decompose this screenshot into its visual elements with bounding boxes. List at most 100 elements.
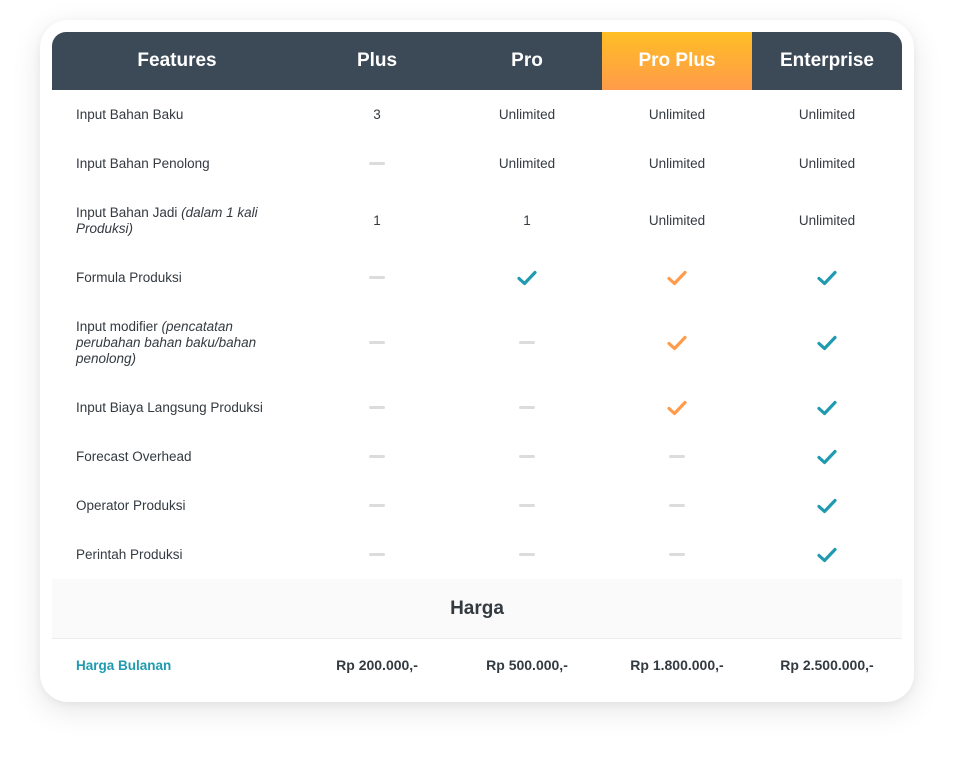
table-row: Perintah Produksi — [52, 530, 902, 579]
feature-label: Input Bahan Jadi (dalam 1 kali Produksi) — [52, 205, 302, 237]
cell-enterprise: Unlimited — [798, 107, 856, 122]
dash-icon — [669, 504, 685, 507]
header-features: Features — [137, 50, 217, 71]
cell-pro: Unlimited — [498, 156, 556, 171]
cell-pro-plus: Unlimited — [648, 107, 706, 122]
cell-pro-plus: Unlimited — [648, 213, 706, 228]
cell-enterprise — [752, 449, 902, 465]
pricing-table: Features Plus Pro Pro Plus Enterprise In… — [52, 32, 902, 691]
feature-name: Input Bahan Penolong — [76, 155, 210, 171]
check-icon — [517, 270, 537, 286]
dash-icon — [669, 553, 685, 556]
feature-name: Operator Produksi — [76, 497, 186, 513]
dash-icon — [369, 162, 385, 165]
cell-plus — [302, 455, 452, 458]
cell-pro-plus — [602, 400, 752, 416]
cell-plus — [302, 504, 452, 507]
header-plan-plus: Plus — [356, 50, 398, 71]
table-header: Features Plus Pro Pro Plus Enterprise — [52, 32, 902, 90]
cell-pro-plus — [602, 270, 752, 286]
harga-bulanan-link[interactable]: Harga Bulanan — [52, 658, 302, 673]
check-icon — [817, 449, 837, 465]
feature-label: Forecast Overhead — [52, 449, 302, 465]
cell-pro — [452, 504, 602, 507]
cell-pro — [452, 341, 602, 344]
feature-label: Input modifier (pencatatan perubahan bah… — [52, 319, 302, 367]
table-row: Input Bahan Penolong Unlimited Unlimited Un… — [52, 139, 902, 188]
table-row: Forecast Overhead — [52, 432, 902, 481]
cell-enterprise — [752, 400, 902, 416]
cell-enterprise — [752, 498, 902, 514]
feature-name: Perintah Produksi — [76, 546, 183, 562]
feature-name: Input Biaya Langsung Produksi — [76, 399, 263, 415]
feature-name: Input modifier — [76, 318, 162, 334]
header-plan-pro: Pro — [511, 50, 543, 71]
check-icon — [817, 270, 837, 286]
feature-name: Formula Produksi — [76, 269, 182, 285]
table-row: Formula Produksi — [52, 253, 902, 302]
cell-plus — [302, 341, 452, 344]
cell-enterprise — [752, 270, 902, 286]
check-icon — [667, 400, 687, 416]
table-row: Input Bahan Jadi (dalam 1 kali Produksi)… — [52, 188, 902, 253]
feature-label: Formula Produksi — [52, 270, 302, 286]
check-icon — [667, 335, 687, 351]
feature-rows: Input Bahan Baku 3 Unlimited Unlimited Unlim… — [52, 90, 902, 579]
table-row: Operator Produksi — [52, 481, 902, 530]
feature-label: Operator Produksi — [52, 498, 302, 514]
table-row: Input Biaya Langsung Produksi — [52, 383, 902, 432]
dash-icon — [369, 276, 385, 279]
cell-plus — [302, 553, 452, 556]
feature-name: Input Bahan Jadi — [76, 204, 182, 220]
dash-icon — [519, 504, 535, 507]
header-plan-enterprise: Enterprise — [780, 50, 874, 71]
cell-pro-plus — [602, 335, 752, 351]
price-row: Harga Bulanan Rp 200.000,- Rp 500.000,- … — [52, 639, 902, 691]
price-pro-plus: Rp 1.800.000,- — [630, 657, 724, 673]
cell-pro — [452, 270, 602, 286]
dash-icon — [519, 341, 535, 344]
cell-pro-plus — [602, 553, 752, 556]
feature-label: Input Bahan Baku — [52, 107, 302, 123]
cell-pro: 1 — [523, 213, 531, 228]
check-icon — [817, 335, 837, 351]
dash-icon — [369, 553, 385, 556]
cell-pro-plus — [602, 504, 752, 507]
cell-plus: 1 — [373, 213, 381, 228]
cell-plus — [302, 406, 452, 409]
table-row: Input modifier (pencatatan perubahan bah… — [52, 302, 902, 383]
dash-icon — [369, 504, 385, 507]
cell-enterprise: Unlimited — [798, 213, 856, 228]
cell-pro: Unlimited — [498, 107, 556, 122]
cell-plus: 3 — [373, 107, 381, 122]
dash-icon — [669, 455, 685, 458]
feature-name: Forecast Overhead — [76, 448, 192, 464]
dash-icon — [369, 406, 385, 409]
cell-plus — [302, 162, 452, 165]
check-icon — [667, 270, 687, 286]
harga-section-title: Harga — [52, 579, 902, 639]
cell-pro — [452, 455, 602, 458]
price-enterprise: Rp 2.500.000,- — [780, 657, 874, 673]
cell-pro — [452, 406, 602, 409]
feature-label: Input Bahan Penolong — [52, 156, 302, 172]
price-pro: Rp 500.000,- — [486, 657, 568, 673]
table-row: Input Bahan Baku 3 Unlimited Unlimited Unlim… — [52, 90, 902, 139]
check-icon — [817, 498, 837, 514]
cell-pro-plus — [602, 455, 752, 458]
cell-enterprise — [752, 335, 902, 351]
dash-icon — [519, 553, 535, 556]
feature-name: Input Bahan Baku — [76, 106, 184, 122]
cell-enterprise — [752, 547, 902, 563]
dash-icon — [519, 406, 535, 409]
feature-label: Perintah Produksi — [52, 547, 302, 563]
check-icon — [817, 400, 837, 416]
dash-icon — [369, 341, 385, 344]
price-plus: Rp 200.000,- — [336, 657, 418, 673]
dash-icon — [519, 455, 535, 458]
cell-enterprise: Unlimited — [798, 156, 856, 171]
check-icon — [817, 547, 837, 563]
feature-label: Input Biaya Langsung Produksi — [52, 400, 302, 416]
cell-plus — [302, 276, 452, 279]
cell-pro — [452, 553, 602, 556]
